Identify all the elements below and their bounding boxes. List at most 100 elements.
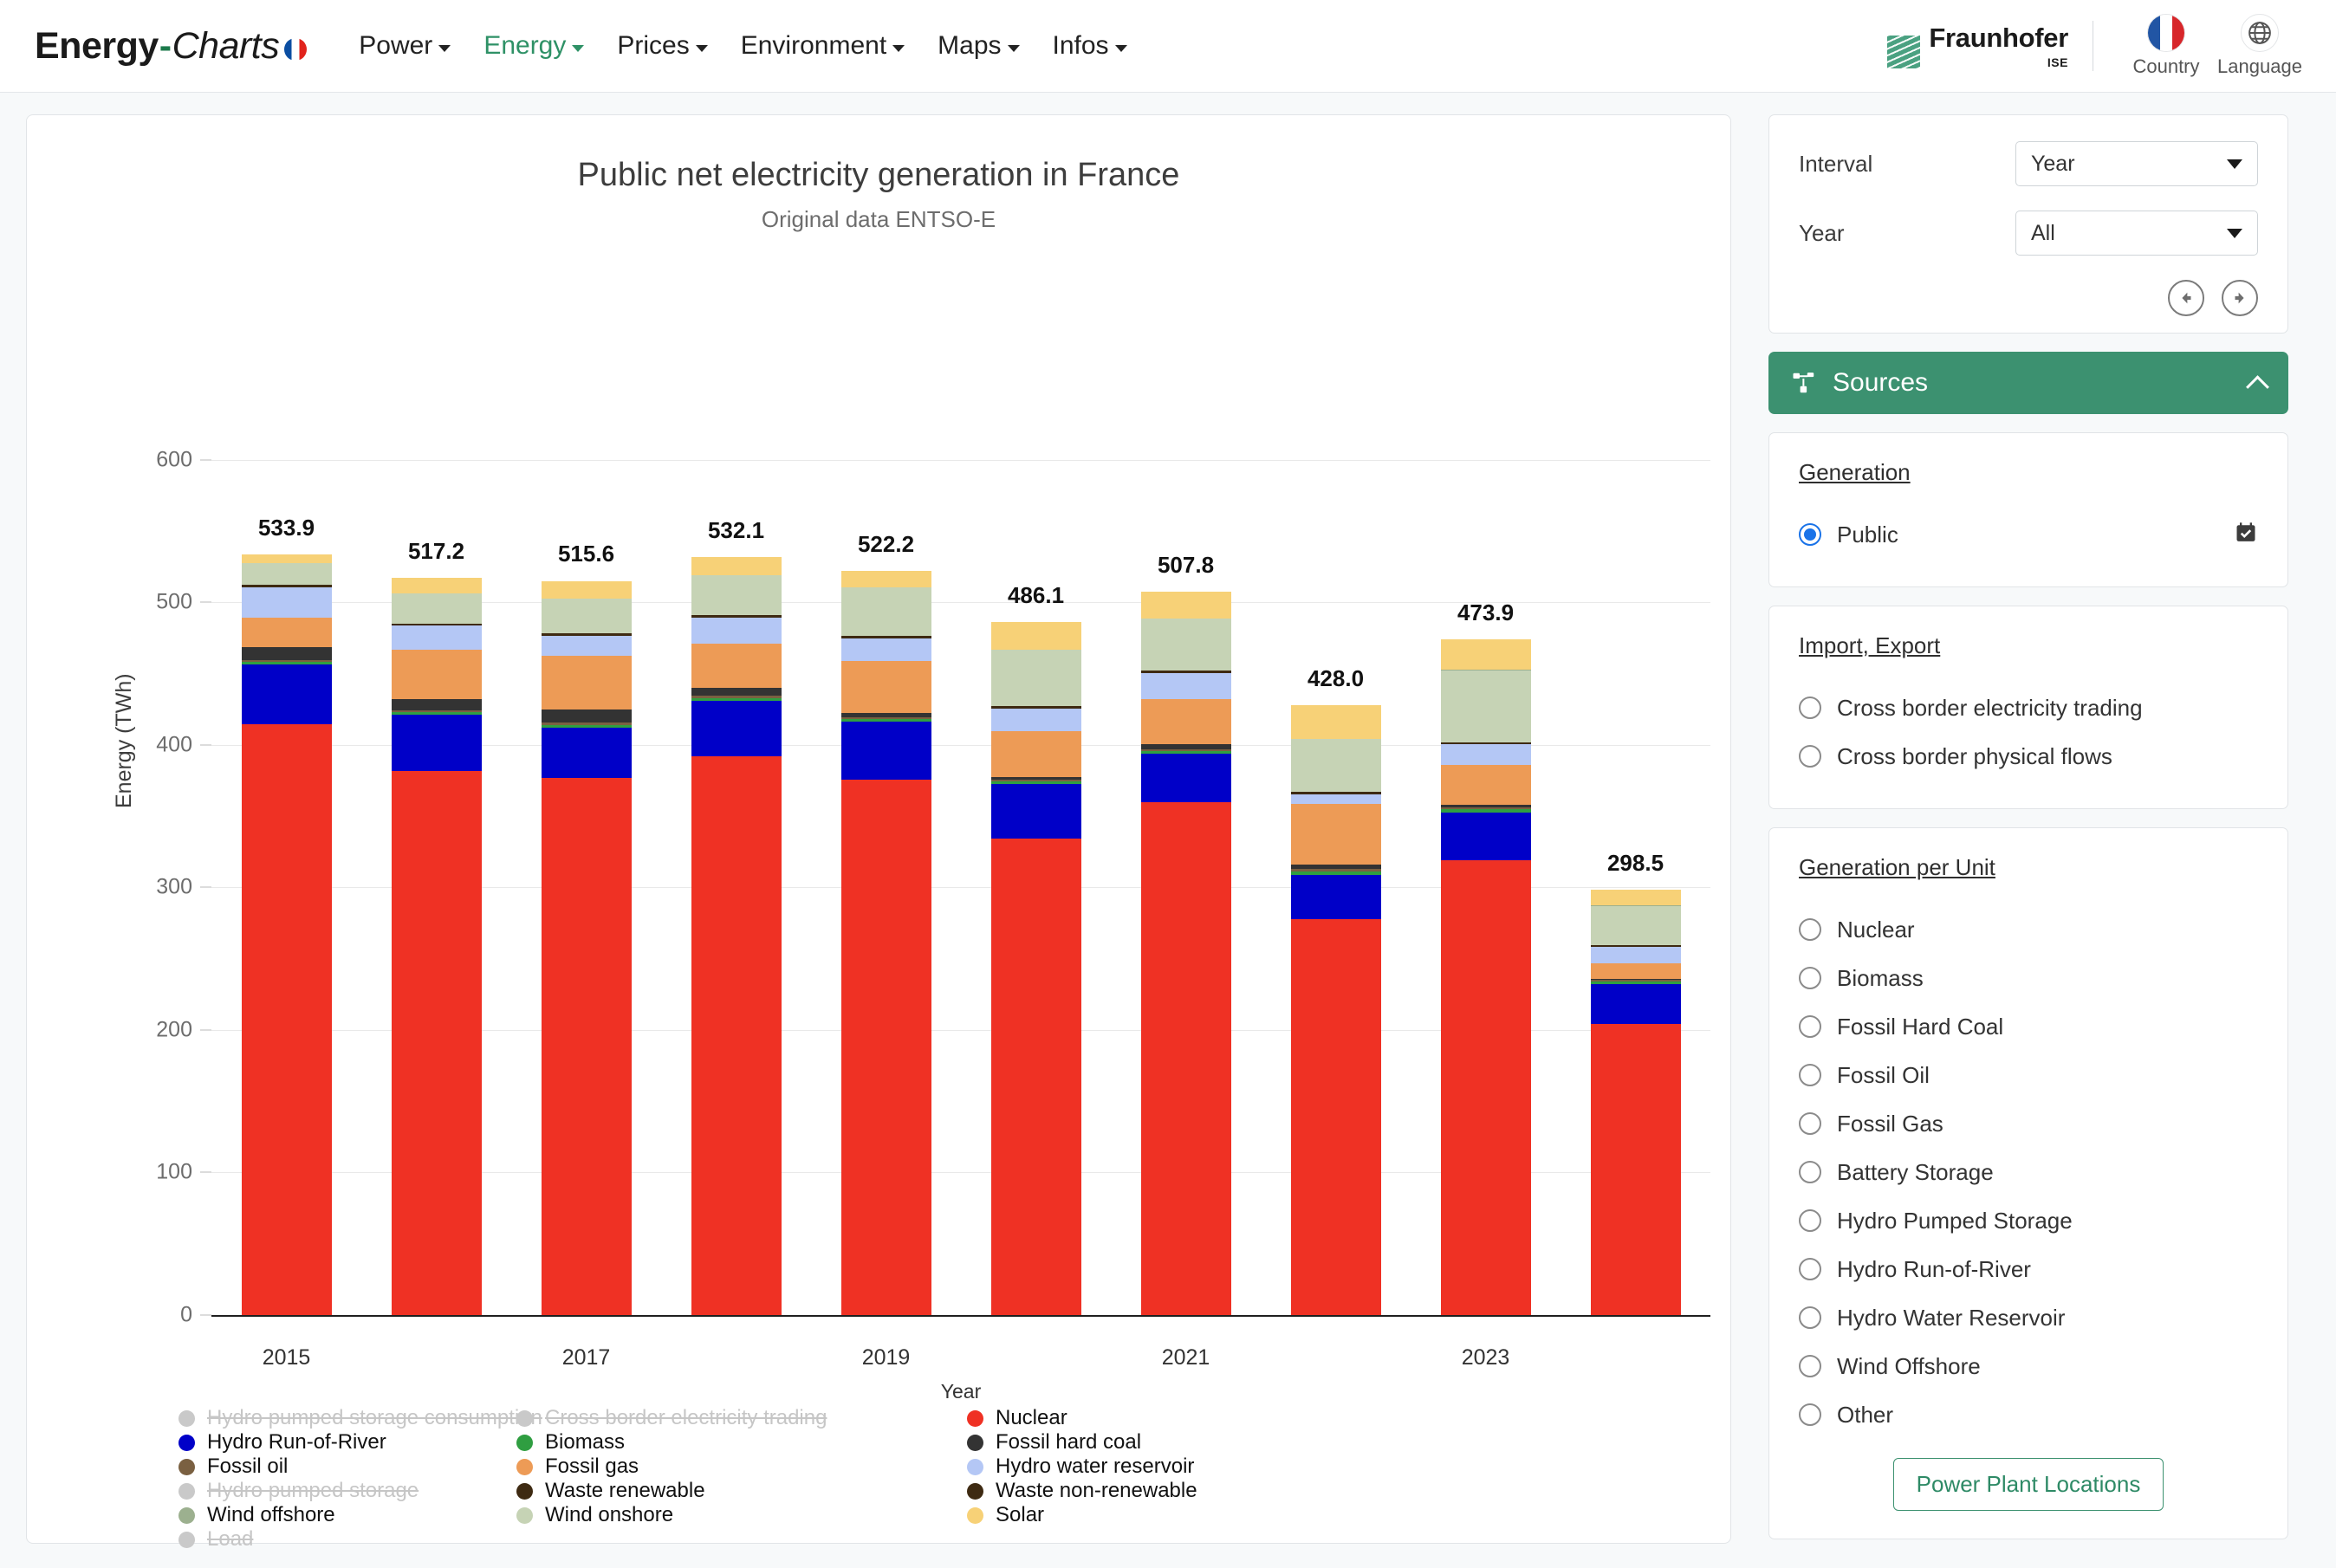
radio-option-public[interactable]: Public — [1799, 510, 2258, 559]
nav-item-prices[interactable]: Prices — [617, 31, 708, 61]
bar-segment[interactable] — [840, 722, 931, 781]
bar-segment[interactable] — [691, 700, 782, 757]
bar-segment[interactable] — [1140, 801, 1231, 1315]
bar-segment[interactable] — [840, 780, 931, 1315]
fraunhofer-logo[interactable]: Fraunhofer ISE — [1887, 24, 2093, 68]
radio-option-hydro-pumped-storage[interactable]: Hydro Pumped Storage — [1799, 1196, 2258, 1245]
legend-item[interactable]: Wind offshore — [178, 1503, 516, 1527]
bar-segment[interactable] — [541, 709, 632, 723]
legend-item[interactable]: Wind onshore — [516, 1503, 967, 1527]
radio-option-wind-offshore[interactable]: Wind Offshore — [1799, 1342, 2258, 1390]
bar-segment[interactable] — [691, 575, 782, 616]
bar-segment[interactable] — [1590, 906, 1681, 946]
radio-option-fossil-oil[interactable]: Fossil Oil — [1799, 1051, 2258, 1099]
legend-item[interactable]: Fossil hard coal — [967, 1430, 1331, 1455]
bar-segment[interactable] — [840, 587, 931, 637]
bar-segment[interactable] — [541, 778, 632, 1315]
bar-segment[interactable] — [541, 635, 632, 657]
bar-segment[interactable] — [1290, 874, 1381, 920]
bar-column[interactable] — [691, 556, 782, 1315]
bar-segment[interactable] — [840, 638, 931, 662]
bar-segment[interactable] — [541, 727, 632, 779]
bar-segment[interactable] — [391, 650, 482, 700]
year-select[interactable]: All — [2015, 211, 2258, 256]
bar-segment[interactable] — [1590, 983, 1681, 1025]
nav-item-environment[interactable]: Environment — [741, 31, 905, 61]
bar-segment[interactable] — [691, 556, 782, 576]
bar-segment[interactable] — [840, 661, 931, 714]
legend-item[interactable]: Load — [178, 1527, 516, 1552]
nav-item-maps[interactable]: Maps — [938, 31, 1020, 61]
bar-segment[interactable] — [391, 770, 482, 1315]
bar-column[interactable] — [1440, 639, 1531, 1315]
bar-segment[interactable] — [1440, 859, 1531, 1315]
bar-column[interactable] — [541, 581, 632, 1315]
bar-segment[interactable] — [990, 709, 1081, 732]
bar-segment[interactable] — [1590, 1024, 1681, 1315]
legend-item[interactable]: Fossil gas — [516, 1455, 967, 1479]
bar-segment[interactable] — [990, 784, 1081, 839]
bar-segment[interactable] — [1440, 764, 1531, 806]
bar-segment[interactable] — [1440, 639, 1531, 670]
radio-option-cross-border-physical-flows[interactable]: Cross border physical flows — [1799, 732, 2258, 781]
legend-item[interactable]: Hydro pumped storage — [178, 1479, 516, 1503]
bar-segment[interactable] — [391, 593, 482, 624]
bar-column[interactable] — [391, 578, 482, 1315]
legend-item[interactable]: Waste non-renewable — [967, 1479, 1331, 1503]
legend-item[interactable]: Nuclear — [967, 1406, 1331, 1430]
bar-segment[interactable] — [1140, 699, 1231, 745]
legend-item[interactable]: Solar — [967, 1503, 1331, 1527]
bar-segment[interactable] — [541, 581, 632, 599]
bar-column[interactable] — [1140, 591, 1231, 1315]
bar-segment[interactable] — [691, 756, 782, 1315]
bar-segment[interactable] — [241, 563, 332, 585]
calendar-check-icon[interactable] — [2234, 521, 2258, 549]
bar-segment[interactable] — [1590, 890, 1681, 906]
bar-segment[interactable] — [391, 625, 482, 651]
bar-segment[interactable] — [391, 699, 482, 710]
nav-item-power[interactable]: Power — [359, 31, 451, 61]
bar-segment[interactable] — [241, 586, 332, 619]
bar-segment[interactable] — [241, 723, 332, 1315]
bar-segment[interactable] — [391, 578, 482, 593]
legend-item[interactable]: Waste renewable — [516, 1479, 967, 1503]
bar-segment[interactable] — [1290, 804, 1381, 865]
bar-segment[interactable] — [1440, 744, 1531, 765]
bar-segment[interactable] — [691, 688, 782, 697]
bar-segment[interactable] — [241, 618, 332, 648]
radio-option-battery-storage[interactable]: Battery Storage — [1799, 1148, 2258, 1196]
radio-option-hydro-run-of-river[interactable]: Hydro Run-of-River — [1799, 1245, 2258, 1293]
bar-segment[interactable] — [1440, 671, 1531, 742]
bar-segment[interactable] — [990, 731, 1081, 778]
bar-column[interactable] — [241, 554, 332, 1315]
bar-segment[interactable] — [990, 650, 1081, 707]
bar-segment[interactable] — [1140, 754, 1231, 802]
legend-item[interactable]: Hydro pumped storage consumption — [178, 1406, 542, 1430]
bar-segment[interactable] — [1290, 738, 1381, 793]
language-selector[interactable]: Language — [2213, 14, 2307, 78]
arrow-right-circle-icon[interactable] — [2222, 280, 2258, 316]
bar-column[interactable] — [840, 570, 931, 1315]
sources-panel-header[interactable]: Sources — [1768, 352, 2288, 414]
bar-segment[interactable] — [241, 554, 332, 564]
nav-item-infos[interactable]: Infos — [1053, 31, 1127, 61]
bar-segment[interactable] — [391, 715, 482, 771]
legend-item[interactable]: Hydro water reservoir — [967, 1455, 1331, 1479]
site-logo[interactable]: Energy - Charts — [35, 25, 308, 68]
legend-item[interactable]: Hydro Run-of-River — [178, 1430, 516, 1455]
bar-segment[interactable] — [1590, 962, 1681, 980]
bar-segment[interactable] — [990, 622, 1081, 651]
bar-segment[interactable] — [691, 643, 782, 689]
bar-segment[interactable] — [1440, 812, 1531, 860]
bar-segment[interactable] — [241, 664, 332, 724]
radio-option-hydro-water-reservoir[interactable]: Hydro Water Reservoir — [1799, 1293, 2258, 1342]
country-selector[interactable]: Country — [2119, 14, 2213, 78]
bar-segment[interactable] — [1290, 794, 1381, 805]
bar-segment[interactable] — [1140, 618, 1231, 671]
radio-option-fossil-gas[interactable]: Fossil Gas — [1799, 1099, 2258, 1148]
bar-column[interactable] — [1590, 890, 1681, 1315]
bar-segment[interactable] — [1290, 704, 1381, 739]
radio-option-other[interactable]: Other — [1799, 1390, 2258, 1439]
arrow-left-circle-icon[interactable] — [2168, 280, 2204, 316]
bar-segment[interactable] — [840, 570, 931, 588]
